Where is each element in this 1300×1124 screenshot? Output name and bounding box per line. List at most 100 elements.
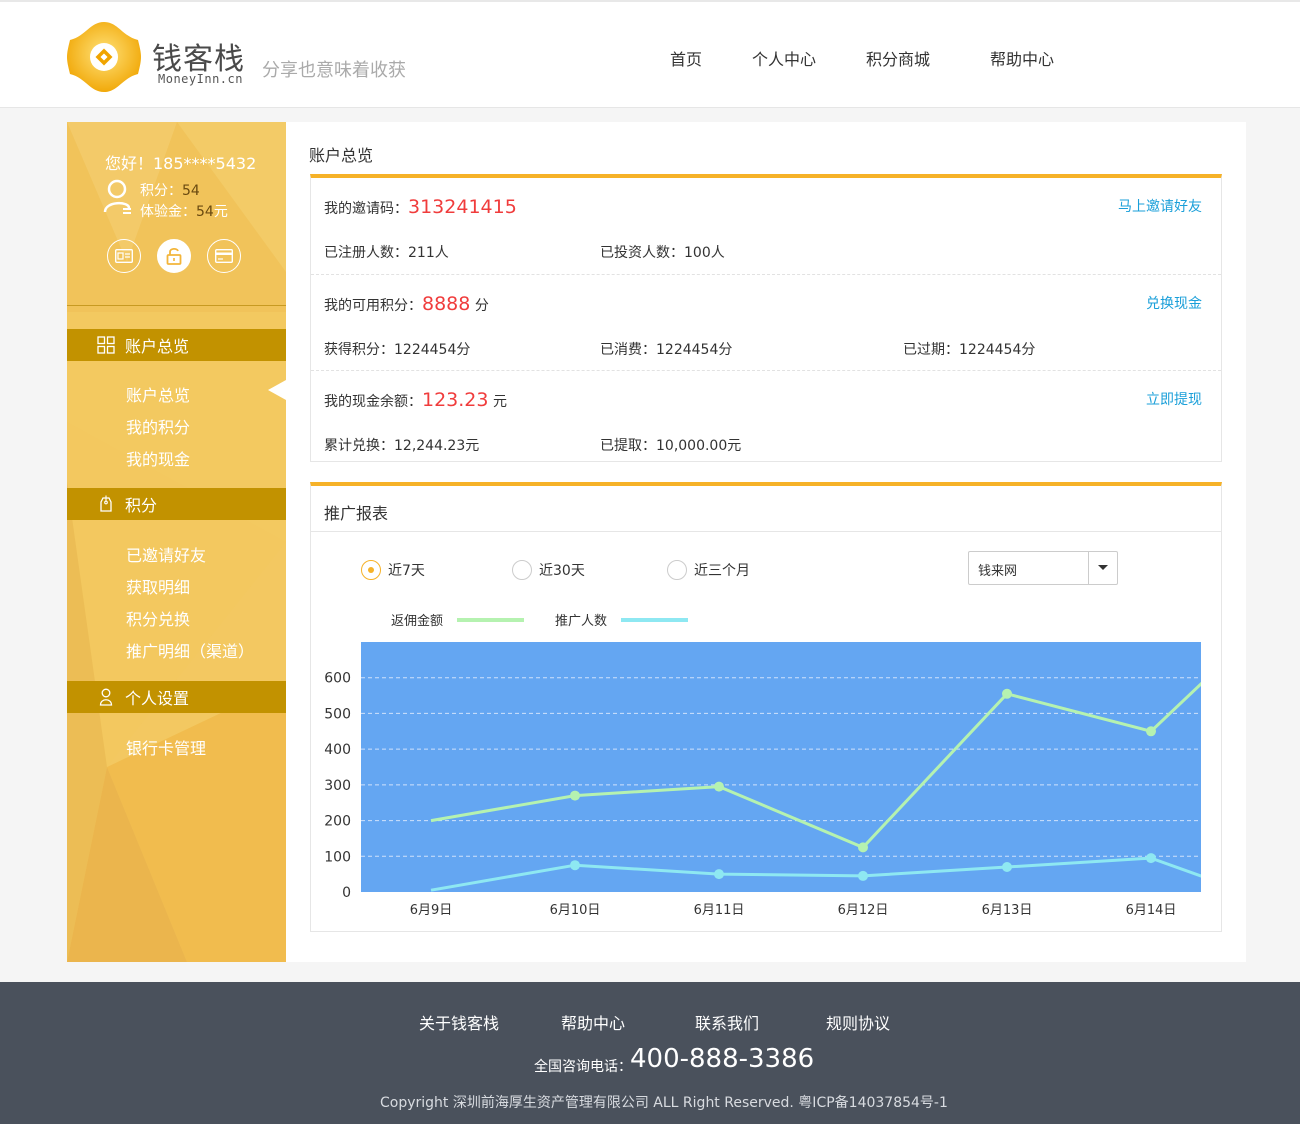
report-divider — [311, 531, 1221, 532]
trial-fund-label: 体验金： — [140, 204, 196, 220]
radio-unchecked-icon — [512, 560, 532, 580]
nav-home[interactable]: 首页 — [670, 46, 702, 70]
copyright-text: Copyright 深圳前海厚生资产管理有限公司 ALL Right Reser… — [380, 1095, 948, 1111]
earned-points: 获得积分：1224454分 — [324, 342, 471, 358]
footer-about-link[interactable]: 关于钱客栈 — [419, 1010, 499, 1034]
active-indicator — [268, 380, 286, 400]
data-point — [1146, 726, 1156, 737]
trial-fund-unit: 元 — [213, 204, 228, 220]
data-point — [714, 781, 724, 792]
user-avatar-icon — [103, 179, 131, 214]
user-greeting: 您好！185****5432 — [105, 154, 257, 173]
sidebar: 您好！185****5432 积分：54 体验金：54元 账户总览 账户总览 我… — [67, 122, 286, 962]
main-container: 您好！185****5432 积分：54 体验金：54元 账户总览 账户总览 我… — [67, 122, 1246, 962]
sidebar-section-personal-settings[interactable]: 个人设置 — [67, 681, 286, 713]
exchange-cash-link[interactable]: 兑换现金 — [1146, 293, 1202, 313]
site-footer: 关于钱客栈 帮助中心 联系我们 规则协议 全国咨询电话： 400-888-338… — [0, 982, 1300, 1124]
sidebar-item-account-overview[interactable]: 账户总览 — [126, 382, 190, 406]
range-radio-30days[interactable]: 近30天 — [512, 560, 585, 580]
x-tick-label: 6月13日 — [982, 903, 1033, 918]
range-radio-7days[interactable]: 近7天 — [361, 560, 425, 580]
logo-domain: MoneyInn.cn — [158, 72, 243, 86]
cash-balance-value: 123.23 — [422, 389, 489, 411]
slogan: 分享也意味着收获 — [262, 60, 406, 81]
range-label: 近7天 — [388, 563, 425, 579]
sidebar-divider — [67, 305, 286, 306]
source-select-value: 钱来网 — [978, 564, 1018, 579]
data-point — [1146, 853, 1156, 864]
site-header: 钱客栈 MoneyInn.cn 分享也意味着收获 首页 个人中心 积分商城 帮助… — [0, 0, 1300, 108]
x-tick-label: 6月11日 — [694, 903, 745, 918]
x-tick-label: 6月10日 — [550, 903, 601, 918]
data-point — [1002, 688, 1012, 699]
points-label: 积分： — [140, 183, 182, 199]
promotion-report-panel: 推广报表 近7天 近30天 近三个月 钱来网 返佣金额 推广人数 0 100 200 30… — [310, 482, 1222, 932]
cash-balance-label: 我的现金余额： — [324, 394, 422, 410]
caret-down-icon[interactable] — [1088, 552, 1117, 584]
y-tick-label: 400 — [324, 742, 351, 758]
footer-rules-link[interactable]: 规则协议 — [826, 1010, 890, 1034]
sidebar-section-points[interactable]: 积分 — [67, 488, 286, 520]
footer-contact-link[interactable]: 联系我们 — [695, 1010, 759, 1034]
bank-card-button[interactable] — [207, 239, 241, 273]
y-tick-label: 0 — [342, 885, 351, 901]
grid-icon — [97, 336, 115, 354]
data-point — [858, 842, 868, 853]
y-tick-label: 100 — [324, 849, 351, 865]
range-label: 近三个月 — [694, 563, 750, 579]
y-tick-label: 300 — [324, 778, 351, 794]
data-point — [858, 870, 868, 881]
available-points-label: 我的可用积分： — [324, 298, 422, 314]
report-title: 推广报表 — [324, 504, 389, 523]
sidebar-item-my-cash[interactable]: 我的现金 — [126, 446, 190, 470]
sidebar-section-label: 积分 — [125, 496, 158, 515]
logo-icon[interactable] — [66, 20, 142, 94]
unlock-icon — [166, 247, 182, 265]
id-card-button[interactable] — [107, 239, 141, 273]
y-tick-label: 500 — [324, 706, 351, 722]
sidebar-item-bank-card-management[interactable]: 银行卡管理 — [126, 735, 206, 759]
hotline-label: 全国咨询电话： — [534, 1059, 632, 1075]
bank-card-icon — [215, 249, 233, 263]
lock-button[interactable] — [157, 239, 191, 273]
available-points-unit: 分 — [474, 298, 489, 314]
legend-label: 返佣金额 — [391, 613, 443, 629]
invite-code: 我的邀请码：313241415 — [324, 196, 517, 218]
id-card-icon — [115, 249, 133, 263]
data-point — [570, 790, 580, 801]
expired-points: 已过期：1224454分 — [903, 342, 1036, 358]
nav-points-mall[interactable]: 积分商城 — [866, 46, 930, 70]
data-point — [570, 860, 580, 871]
radio-unchecked-icon — [667, 560, 687, 580]
sidebar-item-promotion-details[interactable]: 推广明细（渠道） — [126, 638, 254, 662]
invite-friends-link[interactable]: 马上邀请好友 — [1118, 196, 1202, 216]
range-label: 近30天 — [539, 563, 585, 579]
sidebar-item-earning-details[interactable]: 获取明细 — [126, 574, 190, 598]
sidebar-item-my-points[interactable]: 我的积分 — [126, 414, 190, 438]
nav-help-center[interactable]: 帮助中心 — [990, 46, 1054, 70]
sidebar-section-label: 账户总览 — [125, 337, 190, 356]
source-select[interactable]: 钱来网 — [968, 551, 1118, 585]
spent-points: 已消费：1224454分 — [600, 342, 733, 358]
registered-count: 已注册人数：211人 — [324, 245, 449, 261]
points-value: 54 — [182, 183, 200, 199]
range-radio-3months[interactable]: 近三个月 — [667, 560, 750, 580]
radio-checked-icon — [361, 560, 381, 580]
sidebar-item-invited-friends[interactable]: 已邀请好友 — [126, 542, 206, 566]
x-tick-label: 6月12日 — [838, 903, 889, 918]
cash-balance: 我的现金余额：123.23 元 — [324, 389, 507, 411]
data-point — [714, 869, 724, 880]
sidebar-item-points-exchange[interactable]: 积分兑换 — [126, 606, 190, 630]
invite-code-row: 我的邀请码：313241415 马上邀请好友 已注册人数：211人 已投资人数：… — [311, 178, 1221, 274]
trial-fund-value: 54 — [196, 204, 214, 220]
page-title: 账户总览 — [309, 146, 374, 165]
tag-icon — [97, 495, 115, 513]
invite-code-label: 我的邀请码： — [324, 201, 408, 217]
nav-personal-center[interactable]: 个人中心 — [752, 46, 816, 70]
sidebar-section-account[interactable]: 账户总览 — [67, 329, 286, 361]
trial-fund-info: 体验金：54元 — [140, 201, 228, 221]
withdraw-link[interactable]: 立即提现 — [1146, 389, 1202, 409]
cash-balance-unit: 元 — [492, 394, 507, 410]
cash-row: 我的现金余额：123.23 元 立即提现 累计兑换：12,244.23元 已提取… — [311, 370, 1221, 466]
footer-help-link[interactable]: 帮助中心 — [561, 1010, 625, 1034]
